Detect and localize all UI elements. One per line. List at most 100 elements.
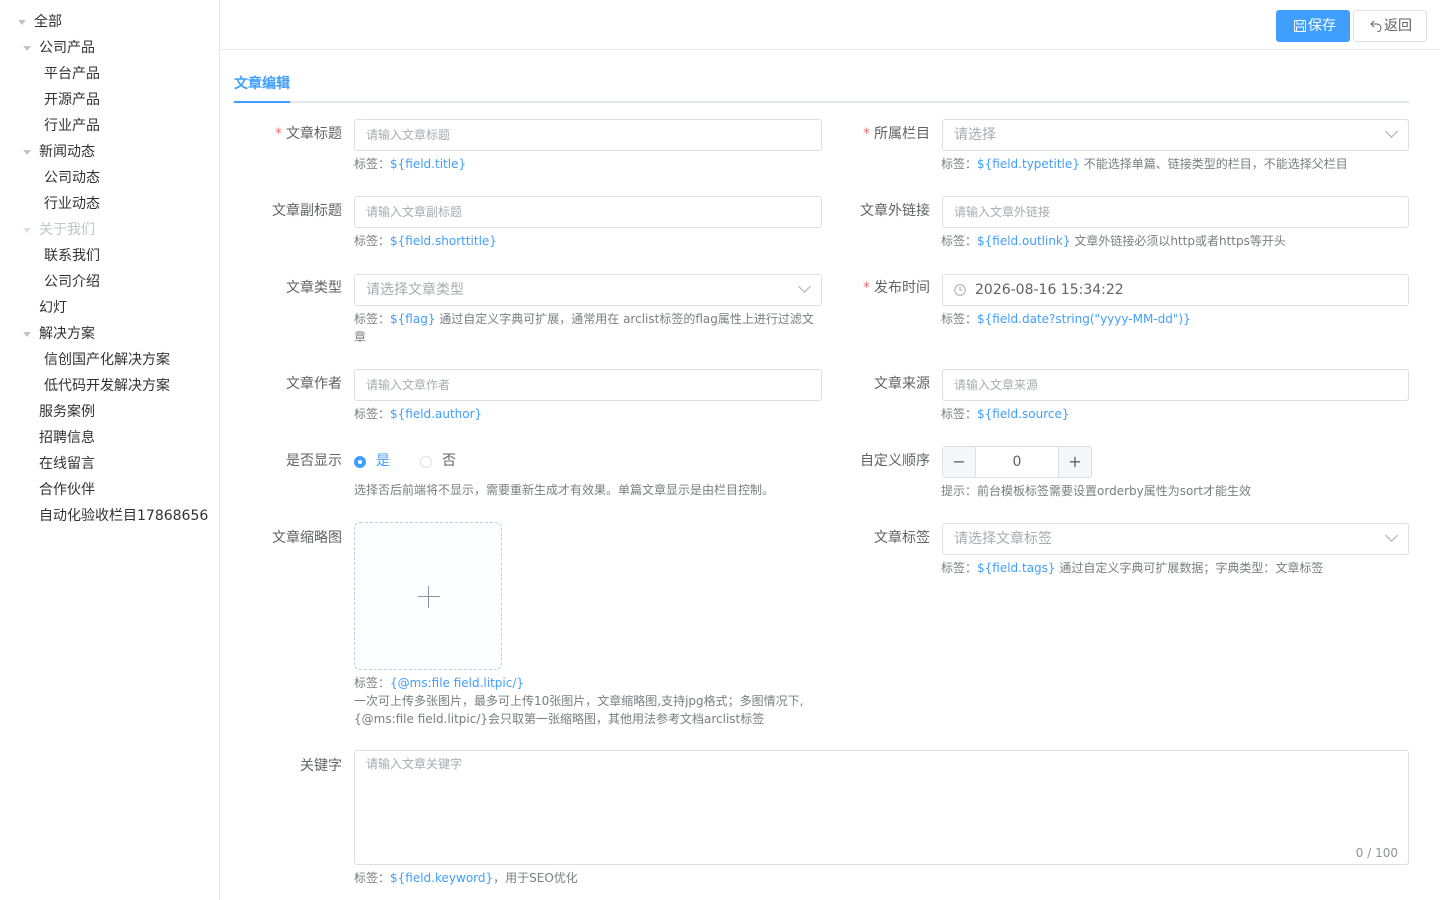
plus-icon	[428, 586, 429, 608]
source-tip: 标签：${field.source}	[941, 407, 1070, 421]
category-tree: 全部 公司产品 平台产品 开源产品 行业产品 新闻动态 公司动态 行业动态 关于…	[0, 0, 220, 900]
display-yes-radio[interactable]	[354, 456, 366, 468]
toolbar: 保存 返回	[220, 0, 1440, 50]
subtitle-input[interactable]: 请输入文章副标题	[354, 196, 822, 228]
back-arrow-icon	[1370, 20, 1382, 32]
tags-label: 文章标签	[874, 530, 930, 546]
display-yes-label[interactable]: 是	[376, 451, 390, 471]
save-button[interactable]: 保存	[1276, 10, 1350, 42]
back-button[interactable]: 返回	[1353, 10, 1427, 42]
caret-down-icon[interactable]	[23, 46, 31, 51]
outlink-placeholder: 请输入文章外链接	[954, 205, 1051, 219]
tree-node-about-us[interactable]: 关于我们	[39, 217, 95, 243]
tree-node-recruitment[interactable]: 招聘信息	[39, 425, 95, 451]
sort-value-input[interactable]: 0	[976, 447, 1058, 477]
display-tip: 选择否后前端将不显示，需要重新生成才有效果。单篇文章显示是由栏目控制。	[354, 483, 775, 497]
outlink-label: 文章外链接	[860, 203, 930, 219]
thumbnail-tip: 标签：{@ms:file field.litpic/}	[354, 676, 525, 690]
keyword-textarea[interactable]: 请输入文章关键字 0 / 100	[354, 750, 1409, 865]
required-mark: *	[863, 126, 870, 142]
tree-node-industry-products[interactable]: 行业产品	[44, 113, 100, 139]
keyword-placeholder: 请输入文章关键字	[366, 757, 463, 771]
title-input[interactable]: 请输入文章标题	[354, 119, 822, 151]
tree-node-automation-test[interactable]: 自动化验收栏目17868656	[39, 503, 208, 529]
keyword-label: 关键字	[300, 758, 342, 774]
chevron-down-icon	[1385, 125, 1398, 138]
category-tip: 标签：${field.typetitle} 不能选择单篇、链接类型的栏目，不能选…	[941, 157, 1348, 171]
tree-node-platform-products[interactable]: 平台产品	[44, 61, 100, 87]
publish-time-label: * 发布时间	[863, 280, 930, 296]
source-input[interactable]: 请输入文章来源	[942, 369, 1409, 401]
tree-node-xinchuang-solution[interactable]: 信创国产化解决方案	[44, 347, 170, 373]
category-label: * 所属栏目	[863, 126, 930, 142]
back-label: 返回	[1384, 18, 1412, 34]
clock-icon	[954, 284, 966, 296]
tags-tip: 标签：${field.tags} 通过自定义字典可扩展数据；字典类型：文章标签	[941, 561, 1324, 575]
caret-down-icon[interactable]	[23, 150, 31, 155]
caret-down-icon[interactable]	[23, 228, 31, 233]
tab-article-edit[interactable]: 文章编辑	[234, 74, 290, 94]
keyword-tip: 标签：${field.keyword}，用于SEO优化	[354, 871, 578, 885]
required-mark: *	[863, 280, 870, 296]
tree-node-contact-us[interactable]: 联系我们	[44, 243, 100, 269]
display-no-radio[interactable]	[420, 456, 432, 468]
save-icon	[1294, 20, 1306, 32]
thumbnail-tip-line3: {@ms:file field.litpic/}会只取第一张缩略图，其他用法参考…	[354, 712, 765, 726]
tab-active-indicator	[234, 101, 290, 103]
category-select[interactable]: 请选择	[942, 119, 1409, 151]
tree-node-company-products[interactable]: 公司产品	[39, 35, 95, 61]
tree-node-company-intro[interactable]: 公司介绍	[44, 269, 100, 295]
tree-node-open-source-products[interactable]: 开源产品	[44, 87, 100, 113]
publish-time-value: 2026-08-16 15:34:22	[975, 282, 1124, 298]
chevron-down-icon	[798, 280, 811, 293]
thumbnail-label: 文章缩略图	[272, 530, 342, 546]
sort-stepper: − 0 +	[942, 446, 1092, 478]
required-mark: *	[275, 126, 282, 142]
title-tip: 标签：${field.title}	[354, 157, 467, 171]
outlink-input[interactable]: 请输入文章外链接	[942, 196, 1409, 228]
plus-icon	[418, 596, 440, 597]
keyword-char-count: 0 / 100	[1355, 846, 1398, 860]
tree-node-service-cases[interactable]: 服务案例	[39, 399, 95, 425]
category-placeholder: 请选择	[954, 127, 996, 143]
tree-node-online-message[interactable]: 在线留言	[39, 451, 95, 477]
increment-button[interactable]: +	[1058, 447, 1091, 477]
decrement-button[interactable]: −	[943, 447, 976, 477]
tree-node-all[interactable]: 全部	[34, 9, 62, 35]
caret-down-icon[interactable]	[18, 20, 26, 25]
publish-time-picker[interactable]: 2026-08-16 15:34:22	[942, 274, 1409, 306]
thumbnail-tip-line2: 一次可上传多张图片，最多可上传10张图片，文章缩略图,支持jpg格式；多图情况下…	[354, 694, 804, 708]
tree-node-partners[interactable]: 合作伙伴	[39, 477, 95, 503]
title-label: * 文章标题	[275, 126, 342, 142]
author-input[interactable]: 请输入文章作者	[354, 369, 822, 401]
type-tip: 标签：${flag} 通过自定义字典可扩展，通常用在 arclist标签的fla…	[354, 312, 814, 344]
tree-node-company-news[interactable]: 公司动态	[44, 165, 100, 191]
sort-label: 自定义顺序	[860, 453, 930, 469]
tree-node-solutions[interactable]: 解决方案	[39, 321, 95, 347]
tags-placeholder: 请选择文章标签	[954, 531, 1052, 547]
title-placeholder: 请输入文章标题	[366, 128, 451, 142]
tree-node-lowcode-solution[interactable]: 低代码开发解决方案	[44, 373, 170, 399]
author-placeholder: 请输入文章作者	[366, 378, 451, 392]
save-label: 保存	[1308, 18, 1336, 34]
caret-down-icon[interactable]	[23, 332, 31, 337]
type-select[interactable]: 请选择文章类型	[354, 274, 822, 306]
tab-divider	[234, 101, 1409, 103]
tags-select[interactable]: 请选择文章标签	[942, 523, 1409, 555]
chevron-down-icon	[1385, 529, 1398, 542]
type-label: 文章类型	[286, 280, 342, 296]
tree-node-slides[interactable]: 幻灯	[39, 295, 67, 321]
author-tip: 标签：${field.author}	[354, 407, 483, 421]
tree-node-industry-news[interactable]: 行业动态	[44, 191, 100, 217]
display-no-label[interactable]: 否	[442, 451, 456, 471]
subtitle-placeholder: 请输入文章副标题	[366, 205, 463, 219]
thumbnail-uploader[interactable]	[354, 522, 502, 670]
source-label: 文章来源	[874, 376, 930, 392]
display-label: 是否显示	[286, 453, 342, 469]
subtitle-tip: 标签：${field.shorttitle}	[354, 234, 497, 248]
outlink-tip: 标签：${field.outlink} 文章外链接必须以http或者https等…	[941, 234, 1286, 248]
tree-node-news[interactable]: 新闻动态	[39, 139, 95, 165]
type-placeholder: 请选择文章类型	[366, 282, 464, 298]
source-placeholder: 请输入文章来源	[954, 378, 1039, 392]
subtitle-label: 文章副标题	[272, 203, 342, 219]
